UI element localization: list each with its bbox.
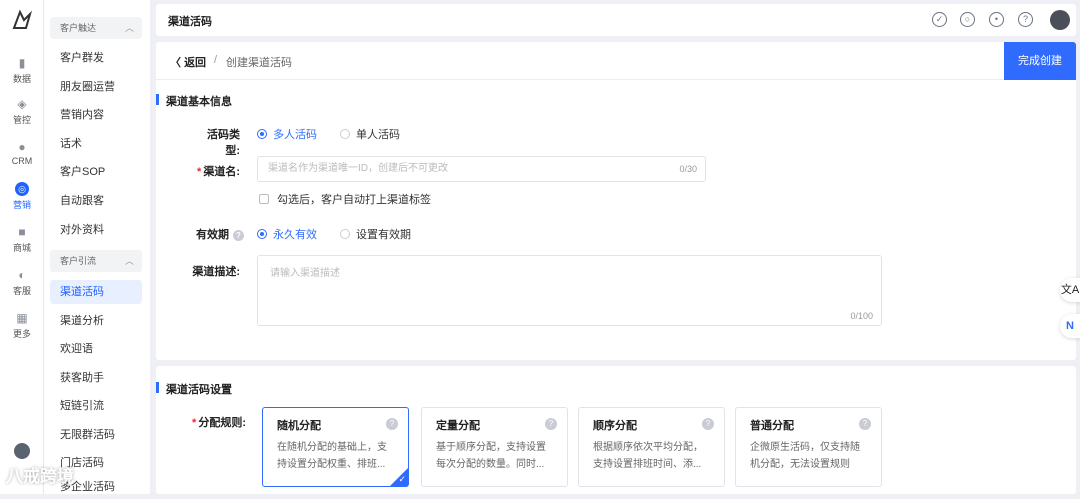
shield-icon: ◈ (17, 97, 27, 111)
radio-permanent[interactable]: 永久有效 (257, 226, 317, 242)
help-icon[interactable]: ? (545, 418, 557, 430)
bag-icon: ■ (18, 225, 26, 239)
radio-dot (340, 129, 350, 139)
rail-item-control[interactable]: ◈ 管控 (0, 97, 44, 137)
group-customer-lead[interactable]: 客户引流 ︿ (50, 250, 142, 272)
radio-dot (257, 229, 267, 239)
page-title: 渠道活码 (168, 16, 212, 28)
breadcrumb: 〈 返回 / 创建渠道活码 完成创建 (156, 42, 1076, 80)
rail-item-crm[interactable]: ● CRM (0, 140, 44, 180)
sidebar-item-content[interactable]: 营销内容 (50, 103, 142, 127)
avatar[interactable] (1050, 10, 1070, 30)
search-icon[interactable]: ○ (960, 12, 975, 27)
group-customer-reach[interactable]: 客户触达 ︿ (50, 17, 142, 39)
card-title: 定量分配 (436, 420, 480, 432)
rule-label: * 分配规则: (192, 417, 246, 429)
sidebar-item-channel-analysis[interactable]: 渠道分析 (50, 309, 142, 333)
check-circle-icon[interactable]: ✓ (932, 12, 947, 27)
name-label: * 渠道名: (197, 166, 240, 178)
breadcrumb-current: 创建渠道活码 (226, 57, 292, 69)
done-button[interactable]: 完成创建 (1004, 42, 1076, 80)
radio-set-validity[interactable]: 设置有效期 (340, 226, 411, 242)
main-panel: 〈 返回 / 创建渠道活码 完成创建 渠道基本信息 活码类型: 多人活码 单人活… (156, 42, 1076, 360)
chart-bar-icon: ▮ (18, 56, 26, 70)
translate-icon[interactable]: 文A (1060, 278, 1080, 302)
help-icon[interactable]: ? (702, 418, 714, 430)
radio-dot (340, 229, 350, 239)
sidebar-item-materials[interactable]: 对外资料 (50, 218, 142, 242)
validity-label: 有效期? (196, 226, 251, 242)
required-mark: * (192, 417, 197, 429)
card-title: 随机分配 (277, 420, 321, 432)
user-icon: ● (18, 140, 26, 154)
rail-item-data[interactable]: ▮ 数据 (0, 56, 44, 96)
sidebar-item-group-send[interactable]: 客户群发 (50, 46, 142, 70)
chevron-left-icon: 〈 (170, 57, 185, 69)
message-icon[interactable]: • (989, 12, 1004, 27)
rule-card-normal[interactable]: 普通分配 ? 企微原生活码，仅支持随 机分配，无法设置规则 (735, 407, 882, 487)
brand-watermark: 八戒跨境 (6, 467, 74, 486)
rail-item-marketing[interactable]: ◎ 营销 (0, 182, 44, 222)
type-label: 活码类型: (207, 129, 240, 157)
radio-single[interactable]: 单人活码 (340, 126, 400, 142)
radio-multi[interactable]: 多人活码 (257, 126, 317, 142)
sidebar-item-welcome[interactable]: 欢迎语 (50, 337, 142, 361)
sidebar-item-sop[interactable]: 客户SOP (50, 160, 142, 184)
settings-panel: 渠道活码设置 * 分配规则: 随机分配 ? 在随机分配的基础上，支 持设置分配权重、… (156, 366, 1076, 494)
sidebar-item-short-link[interactable]: 短链引流 (50, 394, 142, 418)
chevron-up-icon: ︿ (124, 23, 134, 33)
checkbox-box (259, 194, 269, 204)
card-desc: 企微原生活码，仅支持随 机分配，无法设置规则 (750, 442, 860, 470)
back-link[interactable]: 〈 返回 (170, 54, 206, 70)
sidebar-item-acquisition[interactable]: 获客助手 (50, 366, 142, 390)
rule-card-random[interactable]: 随机分配 ? 在随机分配的基础上，支 持设置分配权重、排班... ✓ (262, 407, 409, 487)
card-title: 普通分配 (750, 420, 794, 432)
sidebar-item-group-code[interactable]: 无限群活码 (50, 423, 142, 447)
card-desc: 基于顺序分配，支持设置 每次分配的数量。同时... (436, 442, 546, 470)
ai-assistant-icon[interactable]: N (1060, 314, 1080, 338)
section-title-basic: 渠道基本信息 (156, 93, 232, 109)
target-icon: ◎ (15, 182, 29, 196)
desc-label: 渠道描述: (192, 266, 240, 278)
sidebar-item-script[interactable]: 话术 (50, 132, 142, 156)
sidebar-item-moments[interactable]: 朋友圈运营 (50, 75, 142, 99)
radio-dot (257, 129, 267, 139)
rule-card-quantity[interactable]: 定量分配 ? 基于顺序分配，支持设置 每次分配的数量。同时... (421, 407, 568, 487)
grid-icon: ▦ (16, 311, 28, 325)
card-desc: 根据顺序依次平均分配， 支持设置排班时间、添... (593, 442, 703, 470)
rule-card-sequential[interactable]: 顺序分配 ? 根据顺序依次平均分配， 支持设置排班时间、添... (578, 407, 725, 487)
char-count: 0/30 (679, 164, 697, 174)
rail-item-service[interactable]: ◐ 客服 (0, 268, 44, 308)
channel-name-input[interactable]: 渠道名作为渠道唯一ID，创建后不可更改 0/30 (257, 156, 706, 182)
help-icon[interactable]: ? (859, 418, 871, 430)
headset-icon: ◐ (18, 268, 26, 282)
icon-rail: ▮ 数据 ◈ 管控 ● CRM ◎ 营销 ■ 商城 ◐ 客服 ▦ 更多 (0, 0, 44, 494)
breadcrumb-separator: / (214, 54, 218, 66)
sidebar-item-channel-code[interactable]: 渠道活码 (50, 280, 142, 304)
settings-icon[interactable] (14, 443, 30, 459)
help-icon[interactable]: ? (386, 418, 398, 430)
channel-desc-textarea[interactable]: 请输入渠道描述 0/100 (257, 255, 882, 326)
auto-tag-checkbox[interactable]: 勾选后，客户自动打上渠道标签 (259, 191, 431, 207)
help-icon[interactable]: ? (1018, 12, 1033, 27)
section-title-settings: 渠道活码设置 (156, 381, 232, 397)
top-bar: 渠道活码 ✓ ○ • ? (156, 4, 1076, 36)
sidebar: 客户触达 ︿ 客户群发 朋友圈运营 营销内容 话术 客户SOP 自动跟客 对外资料… (44, 0, 150, 494)
rail-item-more[interactable]: ▦ 更多 (0, 311, 44, 351)
char-count: 0/100 (850, 311, 873, 321)
chevron-up-icon: ︿ (124, 256, 134, 266)
sidebar-item-auto-follow[interactable]: 自动跟客 (50, 189, 142, 213)
help-icon[interactable]: ? (233, 230, 244, 241)
check-icon: ✓ (398, 474, 406, 484)
app-logo[interactable] (10, 8, 34, 32)
required-mark: * (197, 166, 202, 178)
rail-item-mall[interactable]: ■ 商城 (0, 225, 44, 265)
card-title: 顺序分配 (593, 420, 637, 432)
card-desc: 在随机分配的基础上，支 持设置分配权重、排班... (277, 442, 387, 470)
